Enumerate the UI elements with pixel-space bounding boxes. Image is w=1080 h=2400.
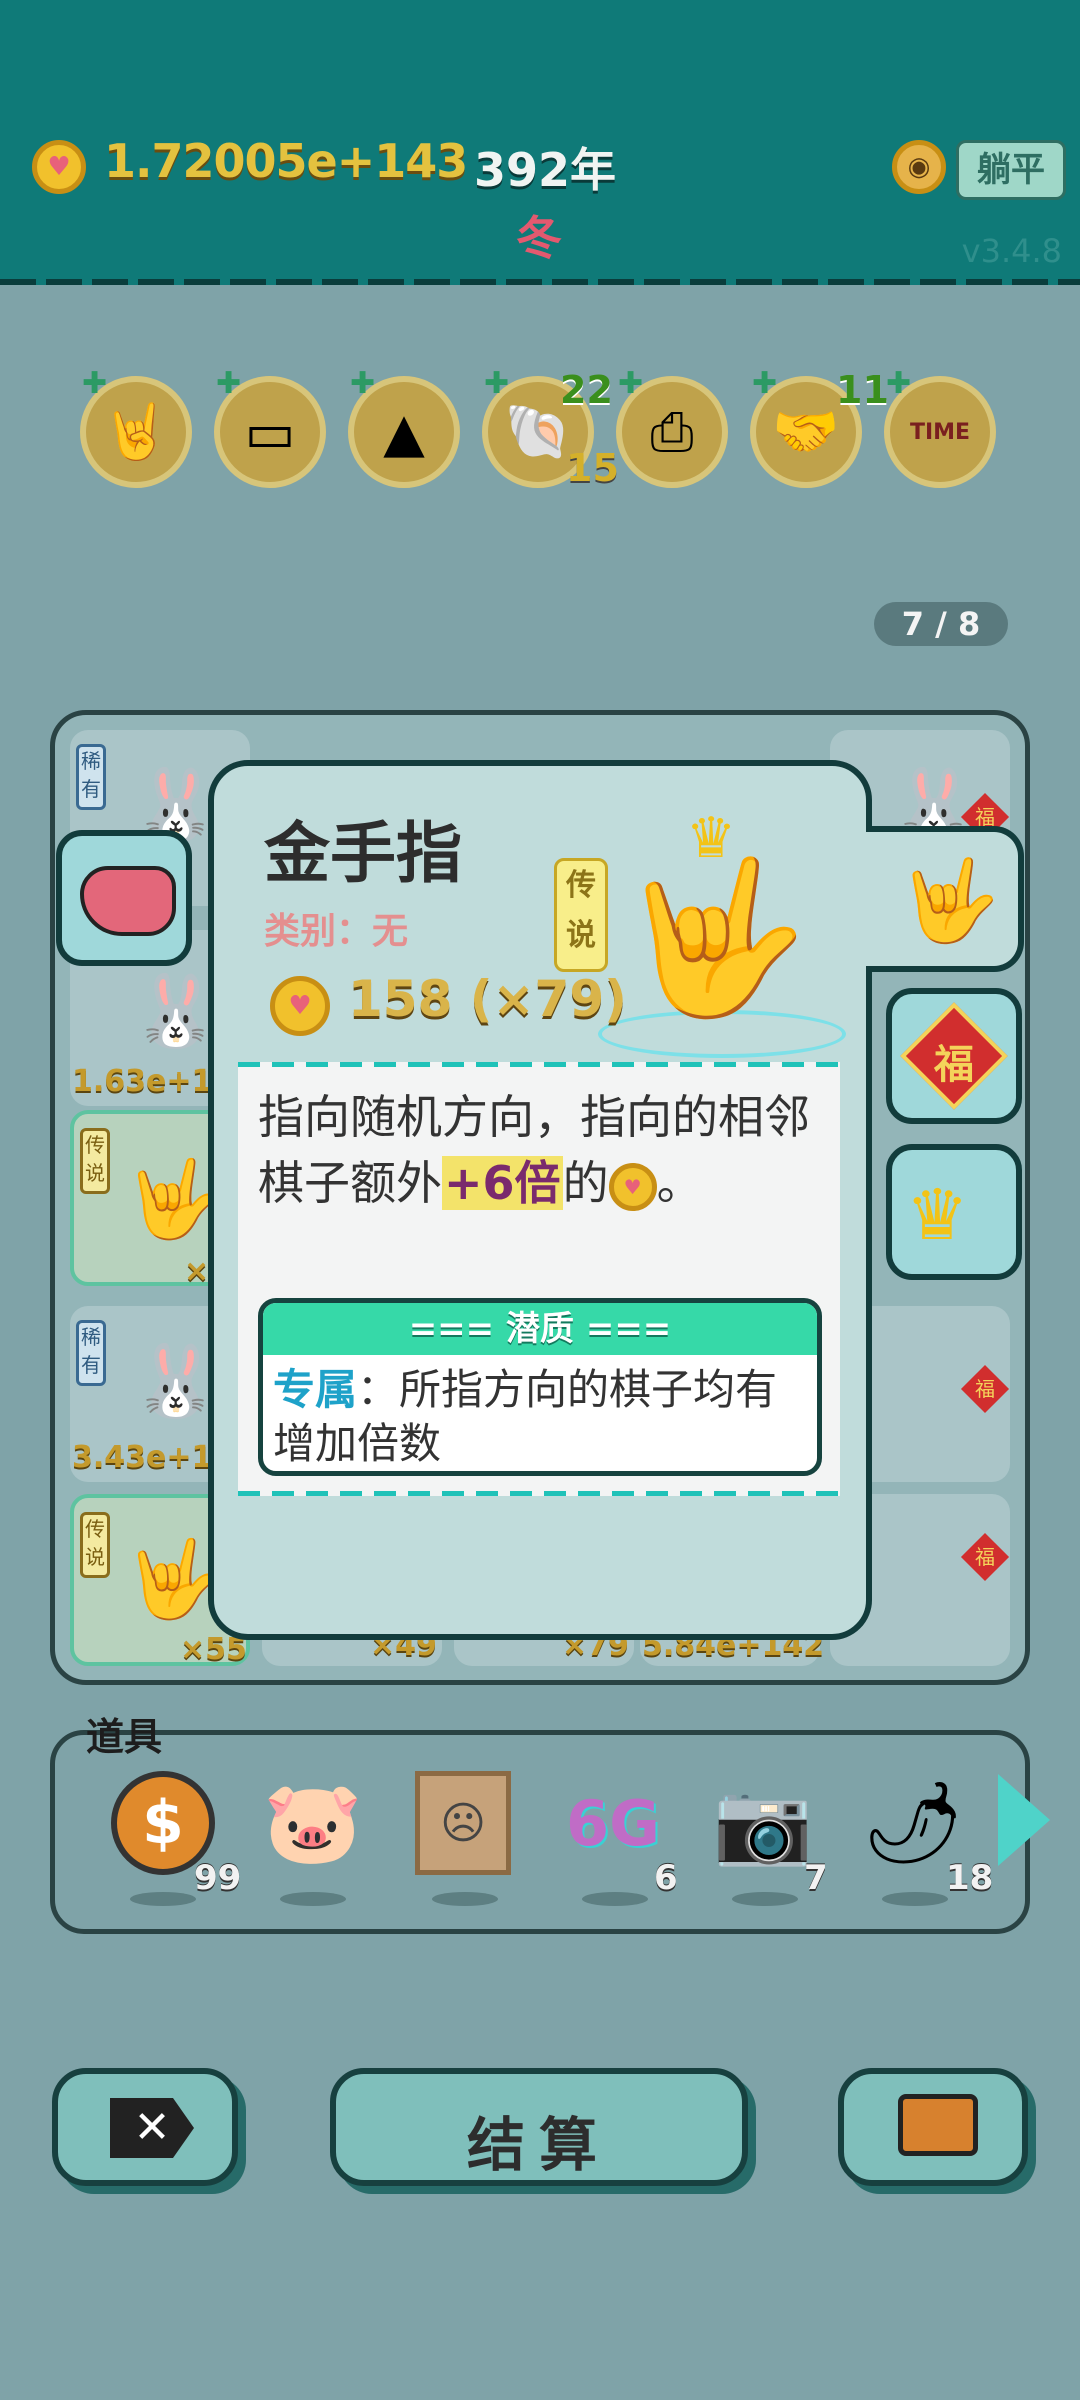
year-label: 392年 (474, 143, 617, 197)
popup-price: 158 (×79) (348, 970, 627, 1028)
briefcase-icon (898, 2094, 978, 2156)
pin-icon: ✚ (350, 366, 376, 401)
description-text: 指向随机方向，指向的相邻棋子额外+6倍的 ♥。 (258, 1090, 810, 1211)
cancel-button[interactable]: ✕ (52, 2068, 238, 2186)
gold-finger-icon: 🤟 (622, 851, 809, 1025)
popup-title: 金手指 (264, 815, 462, 892)
props-label: 道具 (86, 1715, 163, 1759)
pin-icon: ✚ (484, 366, 510, 401)
rock-hand-icon: 🤘 (102, 400, 170, 463)
printer-icon: ⎙ (650, 400, 694, 463)
pin-icon: ✚ (216, 366, 242, 401)
rarity-tag: 传说 (80, 1512, 110, 1578)
prop-shadow (732, 1892, 798, 1906)
pin-icon: ✚ (82, 366, 108, 401)
cell-value: × (184, 1254, 210, 1289)
camera-icon: 📷 (713, 1776, 813, 1869)
cell-value: 3.43e+1 (72, 1440, 213, 1475)
piggy-bank-icon: 🐷 (263, 1776, 363, 1869)
item-count-badge: 11 (836, 368, 889, 412)
item-handshake[interactable]: ✚ 🤝 11 (750, 366, 889, 488)
item-sub-badge: 15 (566, 446, 619, 490)
fu-icon: 福 (960, 1532, 1010, 1582)
prop-count: 7 (804, 1858, 828, 1898)
money-counter: 1.72005e+143 (104, 134, 468, 188)
rarity-tag: 传说 (80, 1128, 110, 1194)
item-time-magazine[interactable]: ✚ TIME (884, 366, 996, 488)
settle-label: 结算 (466, 2111, 611, 2179)
potential-box: === 潜质 === 专属：所指方向的棋子均有增加倍数 (258, 1298, 822, 1476)
heart-coin-icon: ♥ (32, 140, 86, 194)
gold-finger-large-icon: ♛ 🤟 (598, 806, 846, 1058)
skirt-icon: ▲ (383, 400, 425, 464)
tab-gold-finger[interactable]: 🤟 (866, 826, 1024, 972)
prop-camera[interactable]: 📷 (708, 1768, 818, 1878)
popup-category: 类别：无 (264, 911, 409, 952)
player-avatar-icon[interactable]: ◉ (892, 140, 946, 194)
props-next-arrow-icon[interactable] (998, 1774, 1050, 1866)
season-label: 冬 (516, 211, 562, 265)
version-label: v3.4.8 (961, 232, 1062, 270)
prop-shadow (432, 1892, 498, 1906)
close-icon: ✕ (110, 2098, 194, 2158)
lie-flat-button[interactable]: 躺平 (956, 140, 1066, 200)
bonus-multiplier: +6倍 (442, 1156, 563, 1210)
time-magazine-icon: TIME (909, 419, 971, 445)
tab-liver[interactable] (56, 830, 192, 966)
pin-icon: ✚ (886, 366, 912, 401)
tab-crown[interactable]: ♛ (886, 1144, 1022, 1280)
item-printer[interactable]: ✚ ⎙ (616, 366, 728, 488)
prop-count: 6 (654, 1858, 678, 1898)
prop-shadow (882, 1892, 948, 1906)
prop-piggy-bank[interactable]: 🐷 (258, 1768, 368, 1878)
gold-finger-icon: 🤟 (126, 1154, 221, 1243)
prop-robot-portrait[interactable]: ☹ (408, 1768, 518, 1878)
handshake-icon: 🤝 (772, 400, 840, 463)
tab-fu[interactable]: 福 (886, 988, 1022, 1124)
prop-shadow (280, 1892, 346, 1906)
fu-icon: 福 (960, 1364, 1010, 1414)
potential-text: 专属：所指方向的棋子均有增加倍数 (273, 1365, 778, 1468)
bag-button[interactable] (838, 2068, 1028, 2186)
liver-icon (80, 866, 176, 936)
gold-finger-icon: 🤟 (900, 854, 1000, 947)
pin-icon: ✚ (752, 366, 778, 401)
rarity-tag: 稀有 (76, 744, 106, 810)
settle-button[interactable]: 结算 (330, 2068, 748, 2186)
crown-icon: ♛ (906, 1174, 969, 1256)
item-rock-hand[interactable]: ✚ 🤘 (80, 366, 192, 488)
item-shell[interactable]: ✚ 🐚 22 15 (482, 366, 619, 490)
chili-pepper-icon: 🌶 (862, 1776, 964, 1869)
gold-finger-icon: 🤟 (126, 1534, 221, 1623)
rarity-tag: 传说 (554, 858, 608, 972)
rarity-tag: 稀有 (76, 1320, 106, 1386)
cell-value: 1.63e+1 (72, 1064, 213, 1099)
prop-count: 18 (946, 1858, 994, 1898)
heart-coin-icon: ♥ (270, 976, 330, 1036)
6g-icon: 6G (565, 1786, 661, 1860)
top-bar-divider (0, 279, 1080, 285)
prop-6g[interactable]: 6G (558, 1768, 668, 1878)
prop-shadow (130, 1892, 196, 1906)
tissue-box-icon: ▭ (244, 400, 296, 464)
rabbit-icon: 🐰 (132, 1340, 220, 1422)
rabbit-icon: 🐰 (132, 970, 220, 1052)
pin-icon: ✚ (618, 366, 644, 401)
heart-coin-icon: ♥ (608, 1162, 657, 1211)
potential-header: === 潜质 === (263, 1303, 817, 1355)
page-indicator: 7 / 8 (874, 602, 1008, 646)
prop-count: 99 (194, 1858, 242, 1898)
item-count-badge: 22 (560, 368, 613, 412)
item-skirt[interactable]: ✚ ▲ (348, 366, 460, 488)
item-tissue-box[interactable]: ✚ ▭ (214, 366, 326, 488)
robot-portrait-icon: ☹ (415, 1771, 511, 1875)
prop-shadow (582, 1892, 648, 1906)
